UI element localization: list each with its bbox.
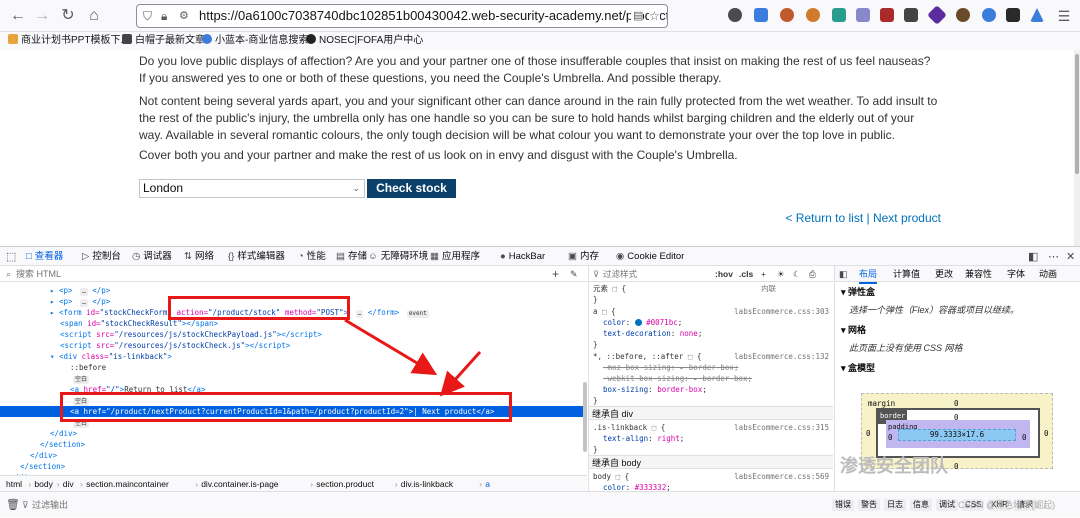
annotation-arrow <box>439 350 482 397</box>
annotation-arrows <box>344 318 482 397</box>
csdn-watermark: CSDN @黑色地带(崛起) <box>958 500 1056 510</box>
annotation-arrow <box>344 318 438 376</box>
watermark: 渗透安全团队 <box>840 456 948 476</box>
